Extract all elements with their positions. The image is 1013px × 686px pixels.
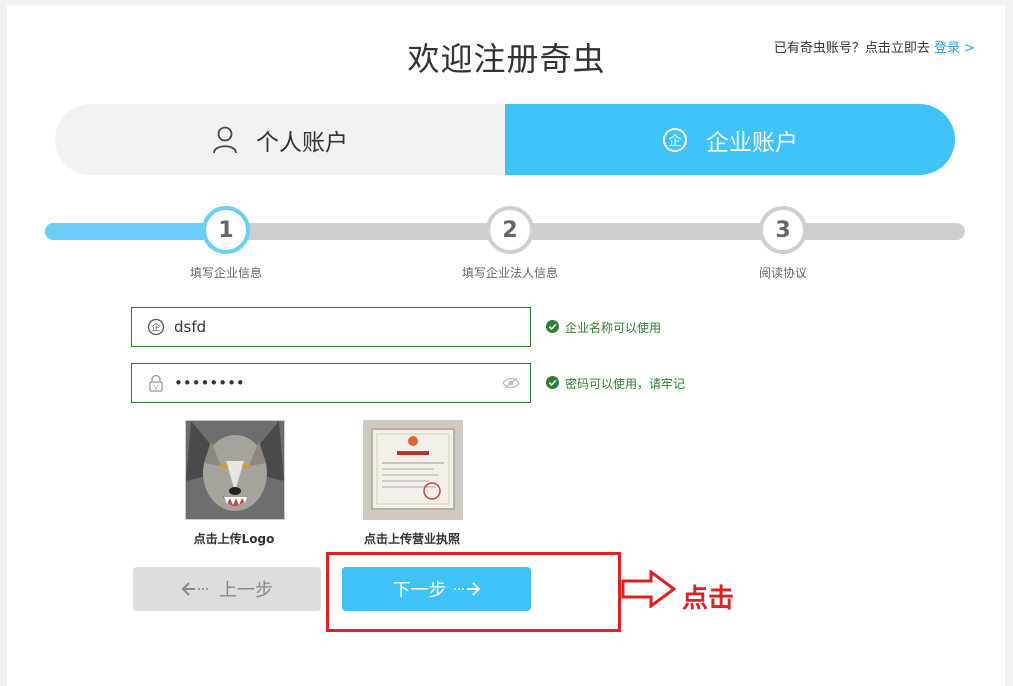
logo-upload[interactable]: 点击上传Logo [185,420,309,547]
password-field[interactable]: V •••••••• [131,363,531,403]
step-2-label: 填写企业法人信息 [461,266,558,280]
business-license-photo[interactable] [363,420,463,520]
tab-enterprise-label: 企业账户 [706,129,798,156]
license-upload[interactable]: 点击上传营业执照 [363,420,487,547]
check-icon [546,319,559,336]
password-hint-text: 密码可以使用，请牢记 [565,377,686,391]
company-name-hint-text: 企业名称可以使用 [565,321,662,335]
step-3-label: 阅读协议 [758,266,807,280]
step-2-circle: 2 [486,206,534,254]
account-type-tabs: 个人账户 企 企业账户 [55,104,955,175]
svg-text:企: 企 [668,133,681,149]
logo-upload-caption: 点击上传Logo [193,532,275,546]
check-icon [546,375,559,392]
license-upload-caption: 点击上传营业执照 [363,532,460,546]
svg-text:企: 企 [151,322,160,334]
company-name-value: dsfd [174,318,207,336]
enterprise-icon: 企 [662,127,688,153]
password-hint: 密码可以使用，请牢记 [546,375,685,392]
annotation-arrow-icon [621,569,677,612]
enterprise-icon: 企 [144,315,168,339]
password-value: •••••••• [174,374,245,392]
prev-step-button[interactable]: 上一步 [133,567,321,611]
login-hint-text: 已有奇虫账号？点击立即去 [773,41,930,56]
wolf-photo[interactable] [185,420,285,520]
annotation-highlight-box [326,552,621,632]
step-1-circle: 1 [202,206,250,254]
person-icon [212,126,238,154]
prev-step-label: 上一步 [219,580,273,601]
login-hint: 已有奇虫账号？点击立即去 登录 > [774,37,975,56]
login-link[interactable]: 登录 > [934,41,975,56]
lock-icon: V [144,371,168,395]
eye-icon[interactable] [502,374,520,393]
arrow-left-icon [181,582,209,596]
annotation-label: 点击 [682,584,735,614]
tab-enterprise-account[interactable]: 企 企业账户 [505,104,955,175]
company-name-field[interactable]: 企 dsfd [131,307,531,347]
step-3-circle: 3 [759,206,807,254]
tab-personal-label: 个人账户 [256,129,348,156]
company-name-hint: 企业名称可以使用 [546,319,661,336]
step-1-label: 填写企业信息 [189,266,262,280]
tab-personal-account[interactable]: 个人账户 [55,104,505,175]
